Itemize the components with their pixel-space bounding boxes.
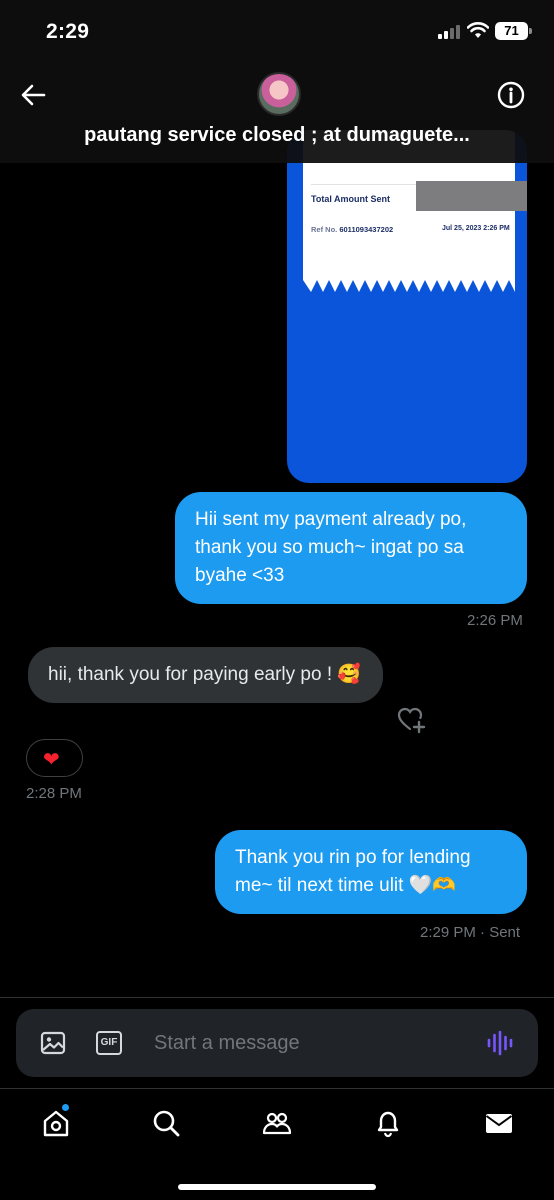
sent-message-bubble[interactable]: Hii sent my payment already po, thank yo… <box>175 492 527 604</box>
communities-icon[interactable] <box>261 1107 293 1139</box>
home-icon[interactable] <box>40 1107 72 1139</box>
receipt-ref-number: 6011093437202 <box>339 225 394 234</box>
message-composer: GIF <box>16 1009 538 1077</box>
receipt-redacted-amount <box>416 181 527 211</box>
image-icon[interactable] <box>40 1031 66 1055</box>
mail-icon[interactable] <box>483 1107 515 1139</box>
message-text: Hii sent my payment already po, thank yo… <box>195 509 467 586</box>
receipt-ref-label: Ref No. <box>311 225 338 234</box>
voice-message-icon[interactable] <box>486 1029 514 1057</box>
add-reaction-heart-icon[interactable] <box>396 705 426 735</box>
wifi-icon <box>467 22 489 38</box>
chat-title[interactable]: pautang service closed ; at dumaguete... <box>0 124 554 147</box>
message-input[interactable] <box>154 1027 464 1059</box>
signal-icon <box>438 24 462 39</box>
message-sent-status: · Sent <box>480 924 521 941</box>
received-message-bubble[interactable]: hii, thank you for paying early po ! 🥰 <box>28 647 383 703</box>
composer-divider <box>0 997 554 998</box>
info-icon[interactable] <box>496 80 526 110</box>
battery-icon: 71 <box>495 22 532 40</box>
receipt-torn-edge <box>303 280 515 292</box>
search-icon[interactable] <box>150 1107 182 1139</box>
home-indicator <box>178 1184 376 1190</box>
receipt-ref: Ref No. 6011093437202 <box>311 225 393 234</box>
avatar[interactable] <box>257 72 301 116</box>
receipt-total-label: Total Amount Sent <box>311 194 390 204</box>
gif-icon[interactable]: GIF <box>96 1031 122 1055</box>
heart-reaction-icon: ❤ <box>43 749 60 771</box>
reaction-pill[interactable]: ❤ <box>26 739 83 777</box>
status-bar: 2:29 71 <box>0 0 554 62</box>
message-text: hii, thank you for paying early po ! 🥰 <box>48 664 362 685</box>
notification-dot <box>62 1104 69 1111</box>
bell-icon[interactable] <box>372 1107 404 1139</box>
message-meta: 2:29 PM · Sent <box>420 924 520 941</box>
receipt-image-message[interactable]: Total Amount Sent Ref No. 6011093437202 … <box>287 130 527 483</box>
arrow-left-icon[interactable] <box>18 80 48 110</box>
status-time: 2:29 <box>46 20 90 43</box>
message-text: Thank you rin po for lending me~ til nex… <box>235 847 471 896</box>
sent-message-bubble[interactable]: Thank you rin po for lending me~ til nex… <box>215 830 527 914</box>
message-timestamp: 2:26 PM <box>467 612 523 629</box>
message-timestamp: 2:29 PM <box>420 924 476 941</box>
message-timestamp: 2:28 PM <box>26 785 82 802</box>
receipt-date: Jul 25, 2023 2:26 PM <box>442 225 510 232</box>
